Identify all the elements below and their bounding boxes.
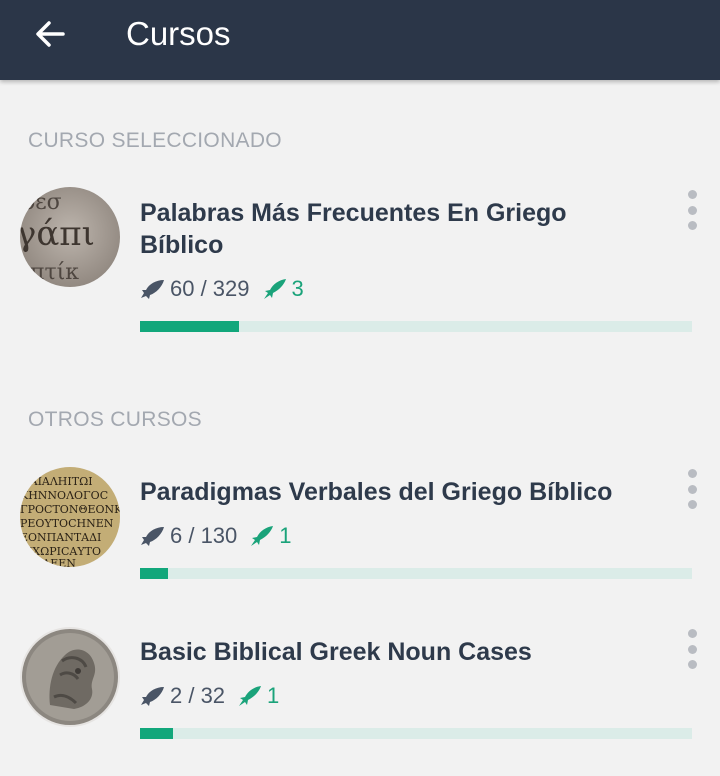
course-card-selected[interactable]: δεσ γάπι πτίκ Palabras Más Frecuentes En… — [0, 170, 720, 350]
learned-rocket-icon — [140, 525, 166, 547]
learned-rocket-icon — [140, 278, 166, 300]
section-header-selected: CURSO SELECCIONADO — [28, 129, 282, 152]
course-title-line-1: Palabras Más Frecuentes En Griego — [140, 199, 567, 227]
course-title: Palabras Más Frecuentes En Griego Bíblic… — [140, 197, 640, 261]
review-count: 1 — [267, 683, 280, 708]
review-count: 3 — [291, 276, 304, 301]
svg-text:ΟΥΔΕΕΝ: ΟΥΔΕΕΝ — [26, 557, 76, 567]
learned-rocket-icon — [140, 685, 166, 707]
svg-text:ΕΟΝΠΑΝΤΑΔΙ: ΕΟΝΠΑΝΤΑΔΙ — [20, 531, 101, 544]
review-count: 1 — [279, 523, 292, 548]
more-options-icon-dot — [687, 500, 697, 509]
more-options-icon-dot — [687, 221, 697, 230]
svg-text:ΚΗΝΝΟΛΟΓΟϹ: ΚΗΝΝΟΛΟΓΟϹ — [20, 489, 108, 502]
more-options-button[interactable] — [680, 629, 704, 669]
page-title: Cursos — [126, 15, 231, 52]
course-thumbnail: δεσ γάπι πτίκ — [20, 187, 120, 287]
course-stats: 2 / 32 1 — [140, 682, 279, 710]
svg-text:ΡΕΟΥΤΟϹΗΝΕΝ: ΡΕΟΥΤΟϹΗΝΕΝ — [20, 517, 114, 530]
greek-inscription-image: δεσ γάπι πτίκ — [20, 187, 120, 287]
more-options-icon-dot — [687, 660, 697, 669]
more-options-icon-dot — [687, 484, 697, 494]
more-options-button[interactable] — [680, 190, 704, 230]
learned-count: 6 / 130 — [170, 523, 238, 548]
app-bar: Cursos — [0, 0, 720, 80]
course-title: Basic Biblical Greek Noun Cases — [140, 638, 532, 666]
review-rocket-icon — [237, 685, 263, 707]
more-options-icon-dot — [687, 469, 697, 478]
svg-text:γάπι: γάπι — [20, 214, 95, 254]
more-options-icon-dot — [687, 205, 697, 215]
more-options-icon-dot — [687, 644, 697, 654]
more-options-icon-dot — [687, 190, 697, 199]
svg-text:ΓΡΟϹΤΟΝΘΕΟΝΚ: ΓΡΟϹΤΟΝΘΕΟΝΚ — [20, 503, 120, 516]
more-options-button[interactable] — [680, 469, 704, 509]
course-thumbnail: ΝΑΙΑΛΗΙΤΩΙ ΚΗΝΝΟΛΟΓΟϹ ΓΡΟϹΤΟΝΘΕΟΝΚ ΡΕΟΥΤ… — [20, 467, 120, 567]
course-thumbnail — [20, 627, 120, 727]
learned-count: 60 / 329 — [170, 276, 250, 301]
course-title-line-2: Bíblico — [140, 231, 224, 259]
progress-bar — [140, 568, 692, 579]
arrow-left-icon — [36, 21, 65, 47]
svg-text:ΝΑΙΑΛΗΙΤΩΙ: ΝΑΙΑΛΗΙΤΩΙ — [20, 475, 93, 488]
course-card[interactable]: ΝΑΙΑΛΗΙΤΩΙ ΚΗΝΝΟΛΟΓΟϹ ΓΡΟϹΤΟΝΘΕΟΝΚ ΡΕΟΥΤ… — [0, 460, 720, 590]
learned-count: 2 / 32 — [170, 683, 226, 708]
course-title: Paradigmas Verbales del Griego Bíblico — [140, 478, 613, 506]
progress-fill — [140, 568, 168, 579]
progress-bar — [140, 728, 692, 739]
more-options-icon-dot — [687, 629, 697, 638]
review-rocket-icon — [262, 278, 288, 300]
course-stats: 6 / 130 1 — [140, 522, 292, 550]
svg-text:δεσ: δεσ — [22, 190, 62, 215]
course-stats: 60 / 329 3 — [140, 275, 304, 303]
svg-text:πτίκ: πτίκ — [30, 260, 79, 285]
review-rocket-icon — [249, 525, 275, 547]
progress-fill — [140, 728, 174, 739]
course-card[interactable]: Basic Biblical Greek Noun Cases 2 / 32 1 — [0, 620, 720, 750]
section-header-other: OTROS CURSOS — [28, 408, 202, 431]
greek-manuscript-image: ΝΑΙΑΛΗΙΤΩΙ ΚΗΝΝΟΛΟΓΟϹ ΓΡΟϹΤΟΝΘΕΟΝΚ ΡΕΟΥΤ… — [20, 467, 120, 567]
back-button[interactable] — [28, 14, 72, 54]
progress-fill — [140, 321, 240, 332]
progress-bar — [140, 321, 692, 332]
ancient-coin-image — [20, 627, 120, 727]
